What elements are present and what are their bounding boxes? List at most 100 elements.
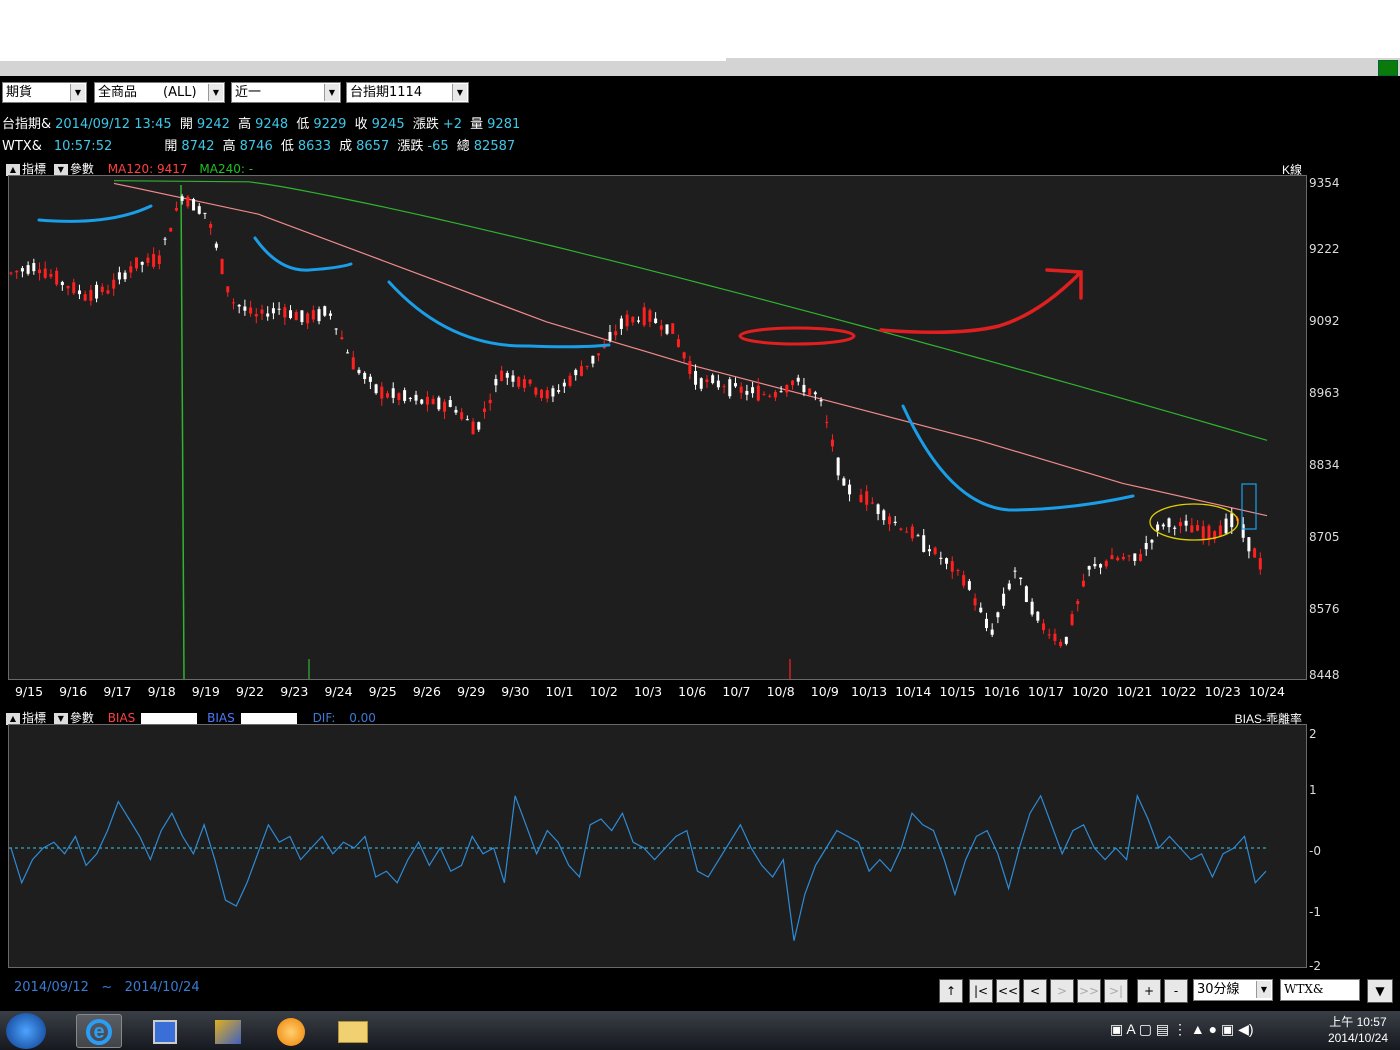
candle-down [277, 308, 281, 310]
candle-up [865, 491, 869, 505]
candle-up [956, 570, 960, 572]
bias-panel[interactable] [8, 724, 1307, 968]
candle-up [785, 384, 789, 393]
tray-icons[interactable]: ▣ A ▢ ▤ ⋮ ▲ ● ▣ ◀) [1110, 1021, 1254, 1038]
candle-down [996, 612, 1000, 618]
candle-up [682, 352, 686, 359]
candle-up [1116, 557, 1120, 561]
fast-forward-button[interactable]: >> [1077, 979, 1101, 1003]
fast-back-button[interactable]: << [996, 979, 1020, 1003]
candle-down [454, 409, 458, 413]
candle-up [231, 302, 235, 304]
bias-axis-label: 1 [1309, 783, 1317, 797]
last-button[interactable]: >| [1104, 979, 1128, 1003]
candle-up [1059, 641, 1063, 647]
candle-up [522, 379, 526, 388]
collapse-icon[interactable]: ▲ [6, 163, 20, 176]
candlestick-chart [9, 180, 1268, 680]
candle-down [882, 510, 886, 521]
chevron-down-icon: ▼ [1256, 981, 1271, 998]
interval-select[interactable]: 30分線 ▼ [1193, 979, 1273, 1001]
grid-icon[interactable] [1378, 60, 1398, 76]
dropdown-icon[interactable]: ▼ [53, 163, 68, 176]
candle-down [990, 629, 994, 635]
app-icon[interactable] [205, 1014, 251, 1048]
date-axis-label: 10/24 [1248, 684, 1286, 699]
back-button[interactable]: < [1023, 979, 1047, 1003]
folder-icon[interactable] [330, 1014, 376, 1048]
params-button[interactable]: 參數 [70, 711, 94, 725]
candle-down [665, 324, 669, 334]
candle-up [1253, 548, 1257, 558]
date-axis-label: 10/7 [722, 684, 751, 699]
candle-down [1144, 543, 1148, 550]
period-select[interactable]: 近一 ▼ [231, 82, 341, 103]
candle-up [397, 393, 401, 400]
candle-down [842, 478, 846, 486]
dropdown-button[interactable]: ▼ [1367, 979, 1393, 1003]
bias-axis-label: -2 [1309, 959, 1321, 973]
collapse-icon[interactable]: ▲ [6, 712, 20, 725]
candle-up [1218, 525, 1222, 537]
candle-down [20, 268, 24, 272]
candle-up [950, 561, 954, 572]
candle-up [186, 196, 190, 207]
candle-down [694, 370, 698, 385]
candle-up [249, 307, 253, 314]
scroll-up-button[interactable]: ↑ [939, 979, 963, 1003]
candle-down [494, 378, 498, 386]
candle-up [859, 494, 863, 503]
candle-down [346, 352, 350, 354]
media-player-icon[interactable] [142, 1014, 188, 1048]
price-axis-label: 8576 [1309, 602, 1340, 616]
candle-down [477, 422, 481, 430]
candle-up [705, 379, 709, 383]
candle-up [722, 386, 726, 388]
candle-up [83, 294, 87, 301]
candle-down [32, 263, 36, 272]
date-axis-label: 9/24 [324, 684, 353, 699]
candle-up [1047, 634, 1051, 636]
forward-button[interactable]: > [1050, 979, 1074, 1003]
candle-down [163, 238, 167, 240]
candle-up [1070, 614, 1074, 625]
ie-icon[interactable]: e [76, 1014, 122, 1048]
clock[interactable]: 上午 10:57 2014/10/24 [1328, 1014, 1388, 1046]
candle-down [1224, 518, 1228, 534]
candle-up [659, 325, 663, 330]
market-select[interactable]: 期貨 ▼ [2, 82, 87, 103]
candle-up [380, 386, 384, 399]
candle-up [1121, 556, 1125, 560]
candle-down [408, 397, 412, 399]
bias-axis-label: 2 [1309, 727, 1317, 741]
indicator-button[interactable]: 指標 [22, 162, 46, 176]
chat-icon[interactable] [268, 1014, 314, 1048]
contract-select[interactable]: 台指期1114 ▼ [346, 82, 469, 103]
candle-down [984, 618, 988, 629]
params-button[interactable]: 參數 [70, 162, 94, 176]
candle-up [1201, 526, 1205, 540]
candle-down [979, 607, 983, 613]
date-axis-label: 9/29 [457, 684, 486, 699]
zoom-in-button[interactable]: + [1137, 979, 1161, 1003]
product-select[interactable]: 全商品 (ALL) ▼ [94, 82, 225, 103]
candle-down [26, 265, 30, 274]
start-button[interactable] [6, 1013, 46, 1049]
candle-up [933, 547, 937, 555]
candle-down [197, 206, 201, 214]
dropdown-icon[interactable]: ▼ [53, 712, 68, 725]
candle-down [243, 306, 247, 311]
zoom-out-button[interactable]: - [1164, 979, 1188, 1003]
candle-up [631, 316, 635, 323]
candle-up [808, 388, 812, 395]
annotation-curve [387, 280, 611, 349]
symbol-input[interactable]: WTX& [1280, 979, 1360, 1001]
candle-down [203, 212, 207, 214]
candle-up [688, 361, 692, 374]
first-button[interactable]: |< [969, 979, 993, 1003]
candlestick-panel[interactable] [8, 175, 1307, 680]
indicator-button[interactable]: 指標 [22, 711, 46, 725]
candle-down [1184, 520, 1188, 526]
price-axis-label: 9222 [1309, 242, 1340, 256]
candle-up [962, 575, 966, 586]
